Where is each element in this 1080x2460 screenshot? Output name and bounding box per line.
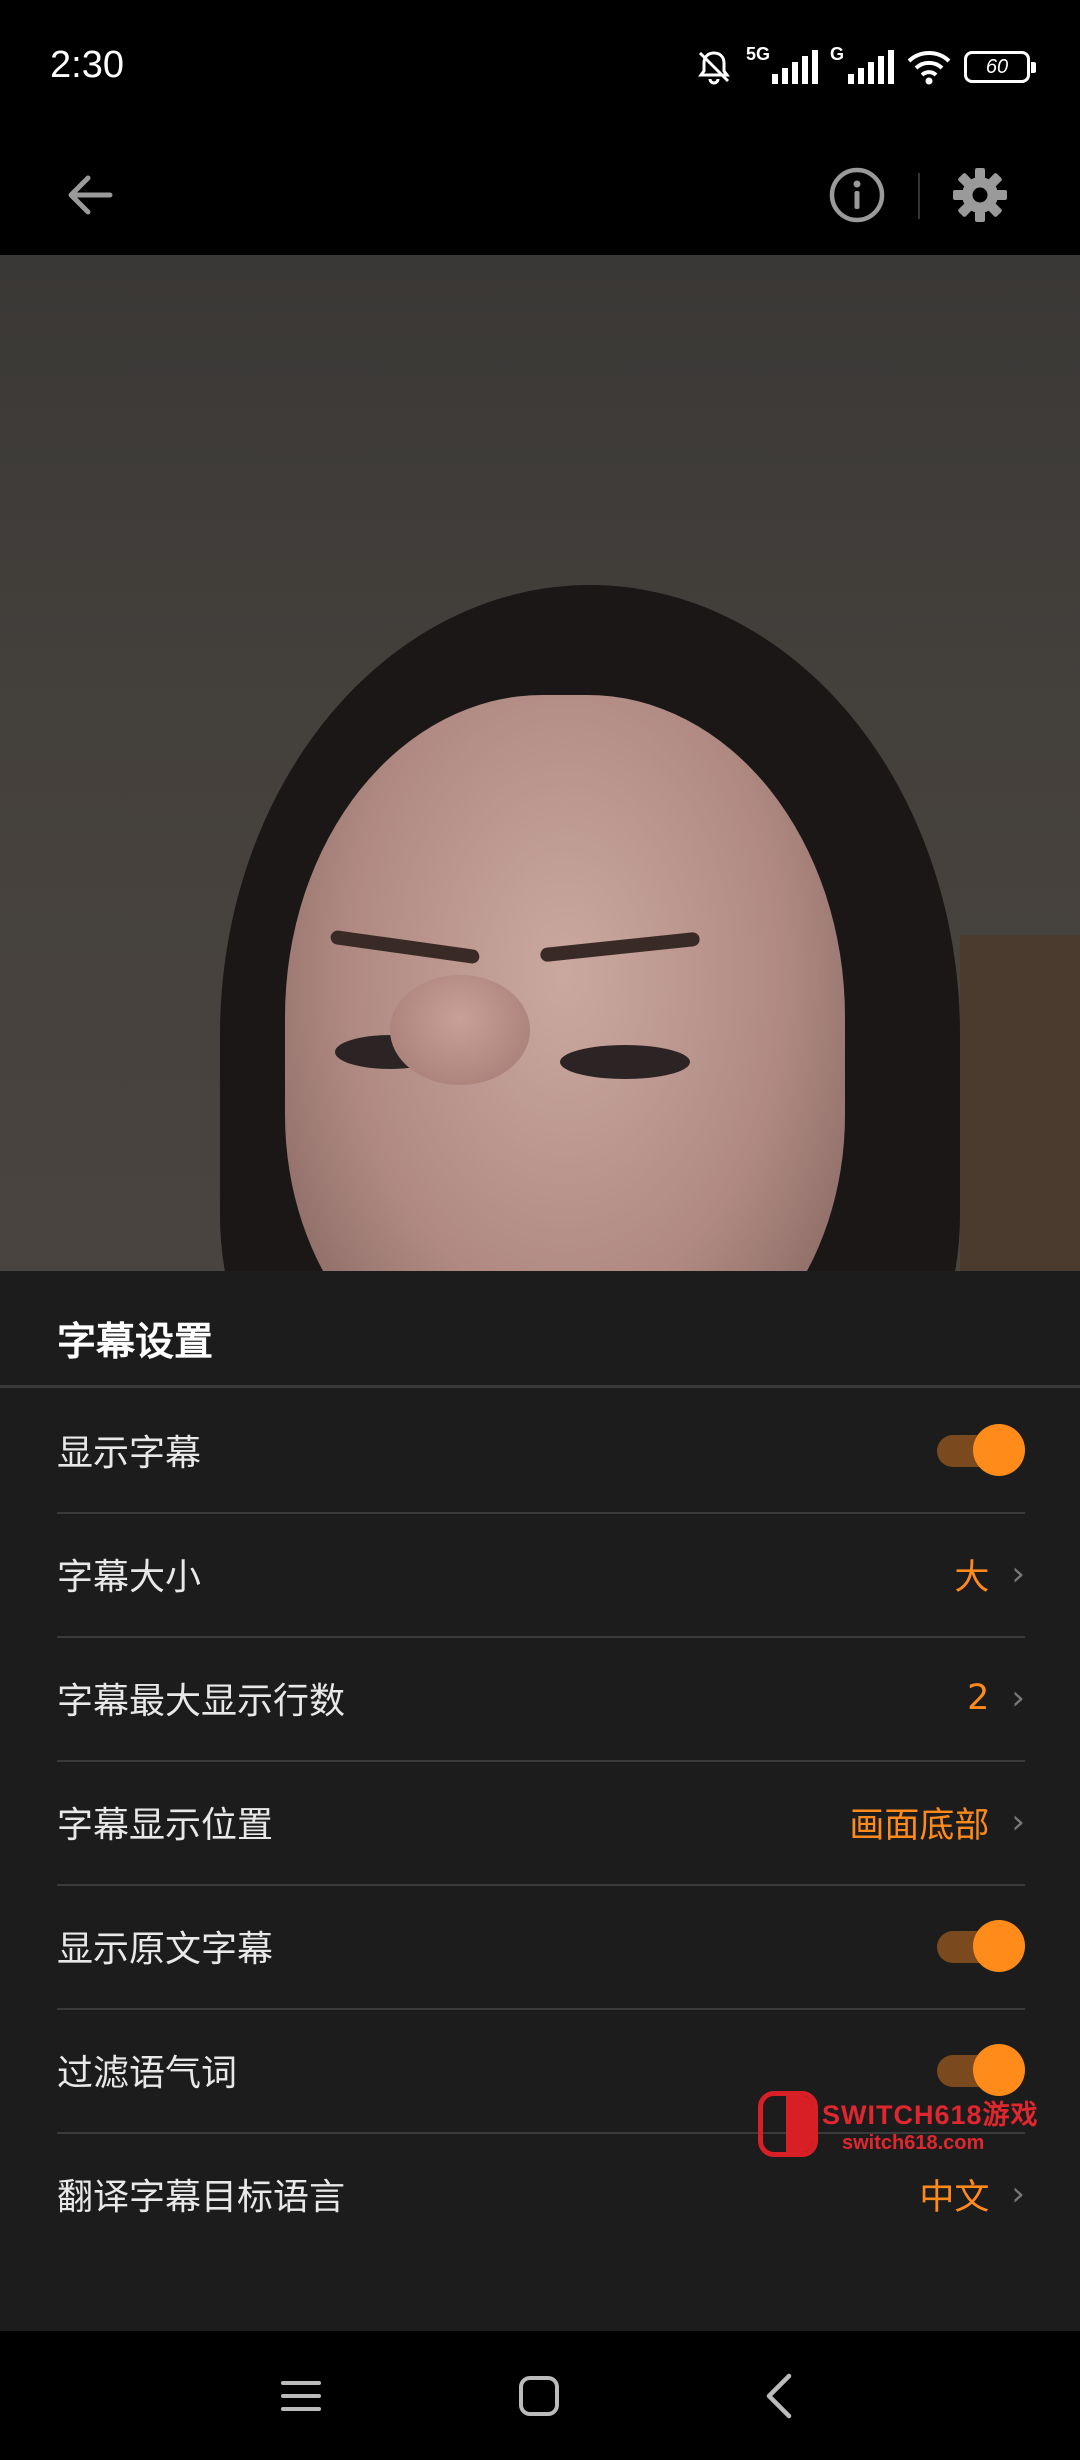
setting-label: 显示字幕 — [57, 1433, 202, 1474]
watermark: SWITCH618游戏 switch618.com — [758, 2088, 1039, 2160]
show-subtitles-toggle[interactable] — [933, 1424, 1025, 1476]
info-icon — [829, 167, 885, 223]
status-time: 2:30 — [50, 44, 124, 86]
watermark-title: SWITCH618游戏 — [822, 2100, 1039, 2130]
setting-row-max-lines[interactable]: 字幕最大显示行数 2 › — [57, 1636, 1025, 1762]
signal-5g-icon: 5G — [746, 44, 818, 84]
nav-menu-button[interactable] — [266, 2361, 336, 2431]
nav-back-button[interactable] — [744, 2361, 814, 2431]
watermark-url: switch618.com — [842, 2132, 985, 2154]
toolbar-divider — [918, 173, 920, 219]
video-subject-nose — [390, 975, 530, 1085]
status-bar: 2:30 5G G 60 — [0, 0, 1080, 135]
battery-level: 60 — [985, 55, 1009, 78]
status-icons: 5G G 60 — [694, 42, 1036, 92]
video-subject-face — [285, 695, 845, 1271]
video-subject-eye-right — [560, 1045, 690, 1079]
setting-label: 字幕最大显示行数 — [57, 1681, 346, 1722]
setting-label: 字幕显示位置 — [57, 1805, 274, 1846]
home-square-icon — [519, 2376, 559, 2416]
target-language-value: 中文 — [919, 2177, 990, 2218]
nav-home-button[interactable] — [504, 2361, 574, 2431]
background-chair — [960, 935, 1080, 1271]
top-toolbar — [0, 135, 1080, 255]
settings-button[interactable] — [945, 160, 1015, 230]
video-preview[interactable] — [0, 255, 1080, 1271]
battery-icon: 60 — [964, 51, 1036, 83]
switch-logo-icon — [758, 2091, 818, 2157]
setting-label: 显示原文字幕 — [57, 1929, 274, 1970]
setting-label: 字幕大小 — [57, 1557, 202, 1598]
subtitle-settings-sheet: 字幕设置 显示字幕 字幕大小 大 › 字幕最大显示行数 2 › 字幕显示位置 画… — [0, 1271, 1080, 2331]
setting-row-subtitle-size[interactable]: 字幕大小 大 › — [57, 1512, 1025, 1638]
wifi-icon — [907, 51, 951, 85]
menu-icon — [281, 2381, 321, 2411]
chevron-right-icon: › — [1011, 1802, 1025, 1842]
signal-g-icon: G — [830, 44, 894, 84]
setting-label: 过滤语气词 — [57, 2053, 238, 2094]
back-button[interactable] — [55, 160, 125, 230]
show-original-toggle[interactable] — [933, 1920, 1025, 1972]
gear-icon — [953, 168, 1007, 222]
subtitle-size-value: 大 — [954, 1557, 990, 1598]
max-lines-value: 2 — [967, 1678, 990, 1718]
setting-row-subtitle-position[interactable]: 字幕显示位置 画面底部 › — [57, 1760, 1025, 1886]
chevron-right-icon: › — [1011, 1554, 1025, 1594]
sheet-title: 字幕设置 — [57, 1320, 214, 1365]
chevron-right-icon: › — [1011, 1678, 1025, 1718]
chevron-left-icon — [766, 2373, 792, 2419]
info-button[interactable] — [822, 160, 892, 230]
system-nav-bar — [0, 2331, 1080, 2460]
back-arrow-icon — [68, 175, 113, 215]
setting-row-show-original[interactable]: 显示原文字幕 — [57, 1884, 1025, 2010]
chevron-right-icon: › — [1011, 2174, 1025, 2214]
mute-bell-icon — [698, 51, 730, 85]
subtitle-position-value: 画面底部 — [849, 1805, 990, 1846]
setting-row-show-subtitles[interactable]: 显示字幕 — [57, 1388, 1025, 1514]
setting-label: 翻译字幕目标语言 — [57, 2177, 346, 2218]
